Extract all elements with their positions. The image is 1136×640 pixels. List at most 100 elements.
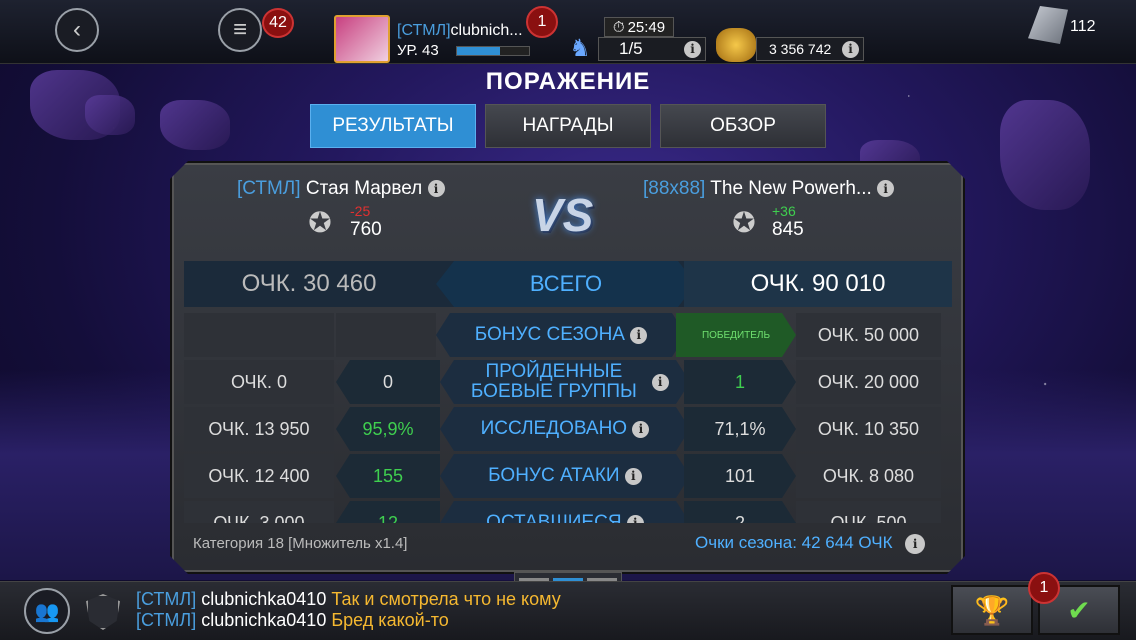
right-value-cell: 1	[684, 360, 796, 404]
row-label-text: БОНУС АТАКИ	[488, 465, 620, 486]
floating-rock	[160, 100, 230, 150]
table-row-battlegroups: ОЧК. 0 0 ПРОЙДЕННЫЕ БОЕВЫЕ ГРУППЫ i 1 ОЧ…	[184, 360, 941, 404]
total-label: ВСЕГО	[436, 261, 696, 307]
gold-info-icon[interactable]: i	[842, 40, 859, 58]
total-right-points: ОЧК. 90 010	[684, 261, 952, 307]
profile-name[interactable]: [СТМЛ]clubnich...	[397, 22, 523, 40]
row-label-text: ИССЛЕДОВАНО	[480, 418, 628, 439]
right-points-cell: ОЧК. 8 080	[796, 454, 941, 498]
xp-bar-fill	[457, 47, 501, 55]
timer-display: ⏱ 25:49	[604, 17, 674, 37]
profile-notification-badge: 1	[526, 6, 558, 38]
left-points-cell: ОЧК. 12 400	[184, 454, 334, 498]
trophy-button[interactable]: 🏆	[951, 585, 1033, 635]
left-alliance-name: [СТМЛ] Стая Марвел i	[237, 178, 445, 200]
battlegroups-info-icon[interactable]: i	[652, 374, 669, 391]
chat-text: Так и смотрела что не кому	[331, 589, 561, 609]
right-alliance-tag: [88x88]	[643, 178, 706, 199]
table-row-attack-bonus: ОЧК. 12 400 155 БОНУС АТАКИ i 101 ОЧК. 8…	[184, 454, 941, 498]
row-label: ИССЛЕДОВАНО i	[440, 407, 690, 451]
season-points-label: Очки сезона: 42 644 ОЧК i	[695, 533, 926, 554]
menu-notification-badge: 42	[262, 8, 294, 38]
tab-label: НАГРАДЫ	[522, 115, 614, 136]
row-label: БОНУС АТАКИ i	[440, 454, 690, 498]
tab-rewards[interactable]: НАГРАДЫ	[485, 104, 651, 148]
left-rating: 760	[350, 219, 382, 240]
back-button[interactable]: ‹	[55, 8, 99, 52]
row-label: БОНУС СЕЗОНА i	[436, 313, 686, 357]
left-alliance-info-icon[interactable]: i	[427, 180, 445, 198]
crystal-count[interactable]: 112	[1070, 18, 1096, 36]
left-alliance-tag: [СТМЛ]	[237, 178, 301, 199]
category-label: Категория 18 [Множитель x1.4]	[193, 535, 408, 552]
alliance-members-icon[interactable]: 👥	[24, 588, 70, 634]
player-level: УР. 43	[397, 42, 439, 59]
chat-message: [СТМЛ] clubnichka0410 Бред какой-то	[136, 610, 449, 631]
right-value-cell: 2	[684, 501, 796, 523]
profile-alliance-tag: [СТМЛ]	[397, 22, 451, 39]
vs-logo: VS	[532, 189, 594, 241]
tab-results[interactable]: РЕЗУЛЬТАТЫ	[310, 104, 476, 148]
left-points-cell: ОЧК. 3 000	[184, 501, 334, 523]
stopwatch-icon: ⏱	[612, 18, 625, 36]
season-bonus-info-icon[interactable]: i	[630, 327, 647, 344]
season-points-text: Очки сезона: 42 644 ОЧК	[695, 533, 893, 552]
explored-info-icon[interactable]: i	[632, 421, 649, 438]
row-label: ОСТАВШИЕСЯ i	[440, 501, 690, 523]
avatar[interactable]	[334, 15, 390, 63]
total-left-points: ОЧК. 30 460	[241, 270, 377, 297]
timer-value: 25:49	[627, 18, 666, 36]
shield-icon[interactable]	[86, 594, 120, 630]
chat-user: clubnichka0410	[201, 610, 327, 630]
left-value-cell	[336, 313, 436, 357]
row-label-text: БОНУС СЕЗОНА	[474, 324, 625, 345]
left-rating-delta: -25	[350, 203, 371, 219]
table-row-explored: ОЧК. 13 950 95,9% ИССЛЕДОВАНО i 71,1% ОЧ…	[184, 407, 941, 451]
crystal-icon	[1028, 6, 1068, 44]
energy-value: 1/5	[619, 39, 643, 58]
right-points-cell: ОЧК. 20 000	[796, 360, 941, 404]
profile-username: clubnich...	[450, 22, 523, 39]
remaining-info-icon[interactable]: i	[627, 515, 644, 524]
left-value-cell: 12	[336, 501, 440, 523]
left-value-cell: 155	[336, 454, 440, 498]
war-energy-icon: ♞	[569, 35, 591, 62]
attack-bonus-info-icon[interactable]: i	[625, 468, 642, 485]
table-row-remaining: ОЧК. 3 000 12 ОСТАВШИЕСЯ i 2 ОЧК. 500	[184, 501, 941, 523]
stats-table[interactable]: БОНУС СЕЗОНА i ПОБЕДИТЕЛЬ ОЧК. 50 000 ОЧ…	[184, 313, 941, 523]
floating-rock	[85, 95, 135, 135]
floating-rock	[1000, 100, 1090, 210]
right-value-cell: 71,1%	[684, 407, 796, 451]
chat-tag: [СТМЛ]	[136, 589, 197, 609]
trophy-icon: 🏆	[974, 594, 1010, 626]
right-value-cell: 101	[684, 454, 796, 498]
row-label-text: ОСТАВШИЕСЯ	[486, 512, 622, 523]
chat-message: [СТМЛ] clubnichka0410 Так и смотрела что…	[136, 589, 561, 610]
tab-overview[interactable]: ОБЗОР	[660, 104, 826, 148]
row-label: ПРОЙДЕННЫЕ БОЕВЫЕ ГРУППЫ i	[440, 360, 690, 404]
gold-display[interactable]: 3 356 742 i	[756, 37, 864, 61]
energy-display[interactable]: 1/5 i	[598, 37, 706, 61]
quests-notification-badge: 1	[1028, 572, 1060, 604]
right-alliance-info-icon[interactable]: i	[877, 180, 895, 198]
total-label-text: ВСЕГО	[529, 271, 603, 296]
tab-label: РЕЗУЛЬТАТЫ	[332, 115, 454, 136]
right-alliance-name: [88x88] The New Powerh... i	[643, 178, 895, 200]
gold-value: 3 356 742	[769, 41, 832, 57]
xp-bar	[456, 46, 530, 56]
total-row: ОЧК. 30 460 ВСЕГО ОЧК. 90 010	[184, 261, 952, 307]
right-points-cell: ОЧК. 50 000	[796, 313, 941, 357]
table-row-season-bonus: БОНУС СЕЗОНА i ПОБЕДИТЕЛЬ ОЧК. 50 000	[184, 313, 941, 357]
tab-label: ОБЗОР	[710, 115, 776, 136]
winner-badge: ПОБЕДИТЕЛЬ	[676, 313, 796, 357]
menu-button[interactable]: ≡	[218, 8, 262, 52]
energy-info-icon[interactable]: i	[684, 40, 701, 58]
right-alliance-title: The New Powerh...	[710, 178, 872, 199]
left-points-cell	[184, 313, 334, 357]
right-rating: 845	[772, 219, 804, 240]
season-points-info-icon[interactable]: i	[905, 533, 926, 554]
left-points-cell: ОЧК. 13 950	[184, 407, 334, 451]
page-title: ПОРАЖЕНИЕ	[485, 68, 651, 95]
right-points-cell: ОЧК. 10 350	[796, 407, 941, 451]
left-value-cell: 95,9%	[336, 407, 440, 451]
